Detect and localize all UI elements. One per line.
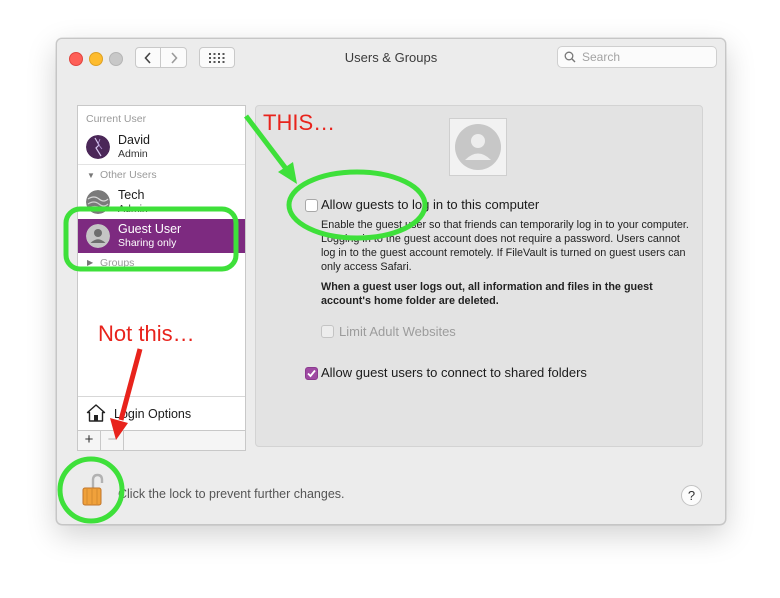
unlocked-padlock-icon	[82, 473, 104, 506]
other-users-heading: Other Users	[100, 169, 157, 181]
disclosure-collapsed-icon[interactable]: ▶	[87, 258, 93, 267]
user-name: Tech	[118, 188, 145, 202]
login-options-label: Login Options	[114, 407, 192, 421]
user-role: Admin	[118, 148, 148, 160]
search-icon	[564, 51, 576, 63]
guest-warning: When a guest user logs out, all informat…	[321, 281, 653, 307]
annotation-not-this: Not this…	[98, 321, 195, 346]
house-icon	[86, 404, 106, 422]
guest-avatar-image	[449, 118, 507, 176]
help-button[interactable]: ?	[681, 485, 702, 506]
remove-user-button[interactable]: −	[101, 431, 124, 450]
divider	[78, 164, 245, 165]
add-user-button[interactable]: +	[78, 431, 101, 450]
user-row-david[interactable]: David Admin	[78, 130, 245, 164]
login-options-item[interactable]: Login Options	[78, 396, 245, 433]
add-remove-bar: + −	[78, 430, 245, 450]
user-name: David	[118, 133, 150, 147]
avatar	[86, 135, 110, 159]
shared-folders-label[interactable]: Allow guest users to connect to shared f…	[321, 365, 587, 380]
limit-adult-websites-label: Limit Adult Websites	[339, 324, 456, 339]
user-name: Guest User	[118, 222, 182, 236]
guest-user-settings-pane: Allow guests to log in to this computer …	[255, 105, 703, 447]
limit-adult-websites-checkbox[interactable]	[321, 325, 334, 338]
guest-description: Enable the guest user so that friends ca…	[321, 219, 689, 273]
current-user-heading: Current User	[86, 113, 147, 125]
allow-guest-login-label[interactable]: Allow guests to log in to this computer	[321, 197, 539, 212]
users-groups-window: Users & Groups Current User David Admin …	[56, 38, 726, 525]
lock-status-text: Click the lock to prevent further change…	[118, 487, 345, 501]
checkmark-icon	[307, 369, 316, 378]
avatar	[86, 190, 110, 214]
groups-heading: Groups	[100, 257, 135, 269]
lock-button[interactable]	[81, 473, 105, 507]
user-role: Admin	[118, 203, 148, 215]
annotation-this: THIS…	[263, 110, 336, 135]
avatar	[86, 224, 110, 248]
user-row-tech[interactable]: Tech Admin	[78, 185, 245, 219]
disclosure-expanded-icon[interactable]: ▼	[87, 171, 95, 180]
user-role: Sharing only	[118, 237, 177, 249]
search-field[interactable]	[557, 46, 717, 68]
users-sidebar: Current User David Admin ▼ Other Users T…	[77, 105, 246, 451]
shared-folders-checkbox[interactable]	[305, 367, 318, 380]
person-icon	[455, 124, 501, 170]
user-row-guest[interactable]: Guest User Sharing only	[78, 219, 245, 253]
titlebar: Users & Groups	[57, 39, 725, 77]
allow-guest-login-checkbox[interactable]	[305, 199, 318, 212]
search-input[interactable]	[580, 49, 704, 65]
